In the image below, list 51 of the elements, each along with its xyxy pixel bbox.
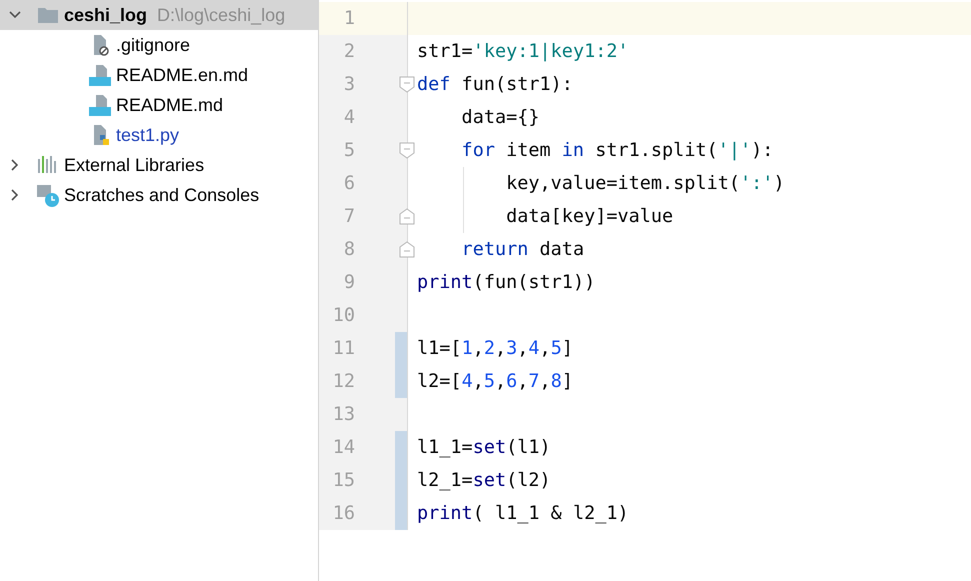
- code-line: key,value=item.split(':'): [505, 173, 785, 194]
- tree-item-label: External Libraries: [64, 154, 204, 176]
- code-line: for item in str1.split('|'):: [460, 140, 774, 161]
- tree-item-label: Scratches and Consoles: [64, 184, 260, 206]
- tree-item-label: README.md: [116, 94, 224, 116]
- code-line: data={}: [460, 107, 540, 128]
- code-line: data[key]=value: [505, 206, 674, 227]
- tree-row[interactable]: ceshi_log D:\log\ceshi_log: [0, 0, 318, 30]
- tree-row[interactable]: External Libraries: [0, 150, 318, 180]
- tree-item-label: test1.py: [116, 124, 180, 146]
- line-number: 8: [342, 239, 355, 260]
- code-line: str1='key:1|key1:2': [417, 41, 629, 62]
- line-number: 16: [332, 503, 355, 524]
- code-line: l1_1=set(l1): [417, 437, 551, 458]
- project-path: D:\log\ceshi_log: [157, 4, 286, 26]
- fold-icon[interactable]: [399, 142, 415, 159]
- code-line: l1=[1,2,3,4,5]: [417, 338, 573, 359]
- line-number: 12: [332, 371, 355, 392]
- tree-item-label: ceshi_log: [64, 4, 148, 26]
- line-number: 10: [332, 305, 355, 326]
- fold-icon[interactable]: [399, 208, 415, 225]
- tree-row[interactable]: README.md: [0, 90, 318, 120]
- line-number: 15: [332, 470, 355, 491]
- tree-item-label: README.en.md: [116, 64, 248, 86]
- line-number: 6: [342, 173, 355, 194]
- fold-icon[interactable]: [399, 76, 415, 93]
- scratches-icon: [36, 183, 60, 207]
- fold-icon[interactable]: [399, 241, 415, 258]
- line-number: 13: [332, 404, 355, 425]
- tree-item-label: .gitignore: [116, 34, 190, 56]
- tree-row[interactable]: .gitignore: [0, 30, 318, 60]
- line-number: 3: [342, 74, 355, 95]
- line-number: 5: [342, 140, 355, 161]
- markdown-file-icon: [88, 93, 112, 117]
- line-number: 2: [342, 41, 355, 62]
- code-line: print(fun(str1)): [417, 272, 596, 293]
- line-number: 1: [342, 8, 355, 29]
- code-line: l2_1=set(l2): [417, 470, 551, 491]
- code-line: return data: [460, 239, 584, 260]
- line-number: 9: [342, 272, 355, 293]
- markdown-file-icon: [88, 63, 112, 87]
- line-number: 4: [342, 107, 355, 128]
- tree-row[interactable]: README.en.md: [0, 60, 318, 90]
- tree-row[interactable]: Scratches and Consoles: [0, 180, 318, 210]
- line-number: 7: [342, 206, 355, 227]
- tree-row[interactable]: test1.py: [0, 120, 318, 150]
- code-line: def fun(str1):: [417, 74, 573, 95]
- line-number: 11: [332, 338, 355, 359]
- line-number: 14: [332, 437, 355, 458]
- code-line: l2=[4,5,6,7,8]: [417, 371, 573, 392]
- code-line: print( l1_1 & l2_1): [417, 503, 629, 524]
